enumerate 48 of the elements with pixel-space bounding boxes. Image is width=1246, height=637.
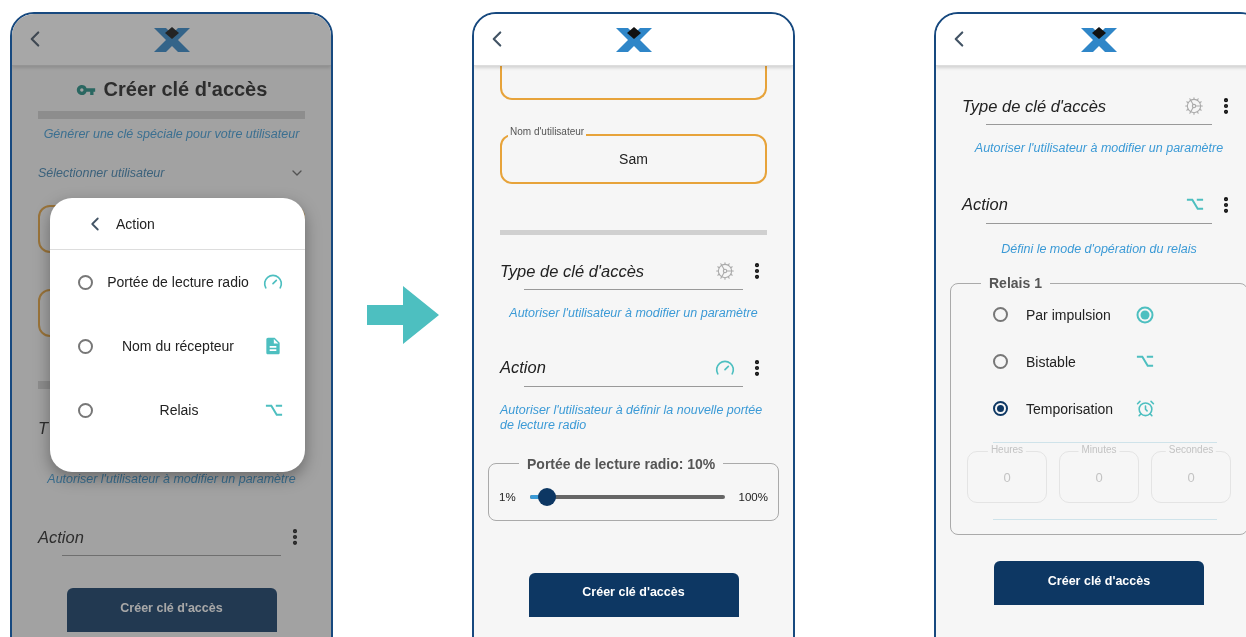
- min-label: 1%: [499, 490, 516, 503]
- gear-icon: [715, 261, 735, 281]
- page-title: Créer clé d'accès: [103, 78, 268, 101]
- switch-icon: [265, 403, 283, 417]
- switch-icon: [1186, 198, 1204, 211]
- subtitle: Générer une clé spéciale pour votre utilisateur: [42, 127, 301, 143]
- create-key-button[interactable]: Créer clé d'accès: [994, 561, 1204, 606]
- mode-label[interactable]: Temporisation: [1026, 400, 1136, 417]
- document-icon: [263, 336, 283, 356]
- username-field[interactable]: Nom d'utilisateur Sam: [500, 126, 767, 184]
- relay-title: Relais 1: [988, 275, 1043, 292]
- radio-button[interactable]: [993, 354, 1008, 370]
- right-arrow-icon: [366, 286, 439, 344]
- create-key-button[interactable]: Créer clé d'accès: [528, 572, 739, 617]
- hint-text: Autoriser l'utilisateur à modifier un paramètre: [973, 141, 1225, 157]
- radio-icon: [1136, 305, 1154, 324]
- hint-text: Autoriser l'utilisateur à définir la nouvelle portée de lecture radio: [500, 402, 764, 434]
- switch-icon: [1136, 355, 1154, 369]
- create-key-button[interactable]: Créer clé d'accès: [66, 588, 277, 633]
- radio-button[interactable]: [78, 338, 93, 354]
- hint-text: Autoriser l'utilisateur à modifier un paramètre: [508, 306, 759, 322]
- row-label: Action: [962, 195, 1009, 215]
- row-label: Action: [500, 358, 547, 378]
- radio-button[interactable]: [78, 274, 93, 290]
- radio-button[interactable]: [78, 402, 93, 418]
- gauge-icon: [263, 272, 283, 292]
- option-label[interactable]: Portée de lecture radio: [93, 272, 263, 292]
- dialog-title: Action: [116, 215, 155, 232]
- alarm-clock-icon: [1136, 399, 1155, 419]
- mode-label[interactable]: Bistable: [1026, 353, 1136, 370]
- field-label: Nom d'utilisateur: [508, 126, 587, 137]
- hint-text: Autoriser l'utilisateur à modifier un paramètre: [46, 471, 297, 488]
- option-label[interactable]: Relais: [93, 400, 265, 420]
- radio-button[interactable]: [993, 401, 1008, 417]
- row-label: Type de clé d'accès: [500, 261, 646, 281]
- hint-text: Défini le mode d'opération du relais: [1000, 241, 1198, 258]
- row-label: Action: [38, 527, 85, 547]
- max-label: 100%: [738, 490, 768, 503]
- radio-button[interactable]: [993, 307, 1008, 323]
- range-title: Portée de lecture radio: 10%: [526, 455, 717, 472]
- section-label: T: [38, 418, 50, 438]
- gear-icon: [1184, 96, 1204, 116]
- text-field[interactable]: [500, 66, 767, 100]
- option-label[interactable]: Nom du récepteur: [93, 336, 263, 356]
- mode-label[interactable]: Par impulsion: [1026, 306, 1136, 323]
- row-label: Type de clé d'accès: [962, 96, 1108, 116]
- range-slider[interactable]: [529, 487, 725, 506]
- slider-thumb[interactable]: [538, 487, 557, 506]
